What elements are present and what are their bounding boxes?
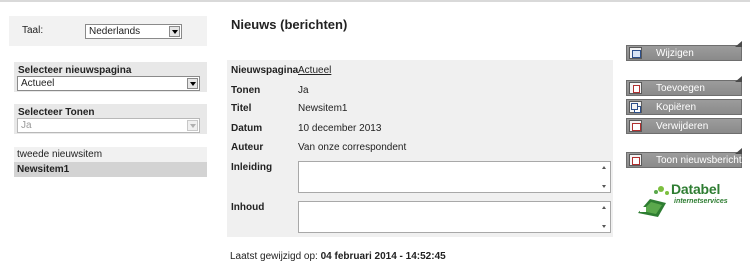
add-button[interactable]: Toevoegen (626, 76, 742, 96)
intro-label: Inleiding (231, 162, 273, 173)
language-select-value: Nederlands (89, 26, 141, 37)
show-news-button-label: Toon nieuwsbericht (656, 155, 742, 166)
copy-button[interactable]: Kopiëren (626, 99, 742, 115)
page-title: Nieuws (berichten) (231, 17, 348, 32)
intro-scrollbar[interactable] (599, 162, 610, 192)
scroll-down-icon[interactable] (602, 185, 606, 188)
show-label: Tonen (231, 85, 261, 96)
author-label: Auteur (231, 142, 264, 153)
tab-fold-decoration (735, 41, 742, 47)
show-value: Ja (298, 85, 309, 96)
tab-fold-decoration (735, 76, 742, 82)
news-page-select-value: Actueel (21, 78, 55, 89)
last-modified-label: Laatst gewijzigd op: (230, 251, 318, 262)
last-modified-value: 04 februari 2014 - 14:52:45 (320, 251, 446, 262)
title-label: Titel (231, 103, 252, 114)
show-news-button[interactable]: Toon nieuwsbericht (626, 148, 742, 168)
top-divider (0, 0, 750, 2)
scroll-down-icon[interactable] (602, 225, 606, 228)
date-value: 10 december 2013 (298, 123, 382, 134)
edit-button[interactable]: Wijzigen (626, 41, 742, 61)
language-label: Taal: (22, 25, 44, 36)
logo-mark-icon (638, 186, 669, 217)
edit-button-label: Wijzigen (656, 48, 694, 59)
chevron-down-icon[interactable] (169, 26, 180, 37)
chevron-down-icon[interactable] (187, 78, 198, 89)
list-item[interactable]: tweede nieuwsitem (14, 147, 207, 162)
delete-icon (629, 120, 642, 132)
show-select-title: Selecteer Tonen (18, 107, 95, 118)
add-icon (629, 82, 642, 94)
news-page-label: Nieuwspagina (231, 65, 299, 76)
language-select[interactable]: Nederlands (85, 24, 182, 39)
logo-tagline: internetservices (674, 198, 728, 205)
news-page-select[interactable]: Actueel (17, 76, 200, 91)
news-page-link[interactable]: Actueel (298, 65, 331, 76)
last-modified: Laatst gewijzigd op: 04 februari 2014 - … (230, 251, 446, 262)
content-label: Inhoud (231, 202, 265, 213)
delete-button-label: Verwijderen (656, 121, 709, 132)
author-value: Van onze correspondent (298, 142, 407, 153)
databel-logo: Databel internetservices (634, 181, 744, 219)
logo-name: Databel (671, 181, 721, 197)
title-value: Newsitem1 (298, 103, 348, 114)
language-panel: Taal: Nederlands (9, 16, 207, 46)
show-select-value: Ja (21, 120, 32, 131)
tab-fold-decoration (735, 148, 742, 154)
news-page-select-title: Selecteer nieuwspagina (18, 65, 132, 76)
add-button-label: Toevoegen (656, 83, 705, 94)
news-detail-form: Nieuwspagina Actueel Tonen Ja Titel News… (227, 60, 613, 237)
show-select-panel: Selecteer Tonen Ja (14, 104, 207, 134)
news-page-select-panel: Selecteer nieuwspagina Actueel (14, 62, 207, 92)
edit-icon (629, 47, 642, 59)
scroll-up-icon[interactable] (602, 166, 606, 169)
date-label: Datum (231, 123, 263, 134)
chevron-down-icon (187, 120, 198, 131)
delete-button[interactable]: Verwijderen (626, 118, 742, 134)
copy-button-label: Kopiëren (656, 102, 697, 113)
show-select[interactable]: Ja (17, 118, 200, 133)
scroll-up-icon[interactable] (602, 206, 606, 209)
copy-icon (629, 101, 642, 113)
intro-textarea[interactable] (298, 161, 611, 193)
list-item-selected[interactable]: Newsitem1 (14, 162, 207, 177)
show-news-icon (629, 154, 642, 166)
content-textarea[interactable] (298, 201, 611, 233)
content-scrollbar[interactable] (599, 202, 610, 232)
